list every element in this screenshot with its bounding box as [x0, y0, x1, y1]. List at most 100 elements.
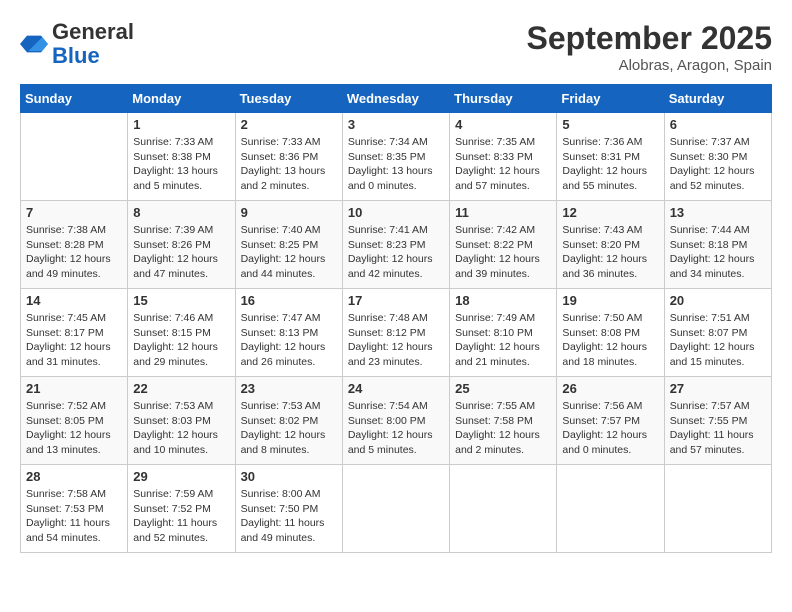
day-detail: Sunrise: 7:40 AM Sunset: 8:25 PM Dayligh… — [241, 223, 337, 282]
calendar-cell: 11 Sunrise: 7:42 AM Sunset: 8:22 PM Dayli… — [450, 201, 557, 289]
day-detail: Sunrise: 7:35 AM Sunset: 8:33 PM Dayligh… — [455, 135, 551, 194]
day-detail: Sunrise: 7:37 AM Sunset: 8:30 PM Dayligh… — [670, 135, 766, 194]
day-number: 2 — [241, 117, 337, 132]
calendar-table: SundayMondayTuesdayWednesdayThursdayFrid… — [20, 84, 772, 553]
day-number: 18 — [455, 293, 551, 308]
calendar-cell: 2 Sunrise: 7:33 AM Sunset: 8:36 PM Daylig… — [235, 113, 342, 201]
day-detail: Sunrise: 7:33 AM Sunset: 8:36 PM Dayligh… — [241, 135, 337, 194]
day-number: 23 — [241, 381, 337, 396]
calendar-cell: 28 Sunrise: 7:58 AM Sunset: 7:53 PM Dayli… — [21, 465, 128, 553]
calendar-cell: 16Sunrise: 7:47 AM Sunset: 8:13 PM Dayli… — [235, 289, 342, 377]
day-detail: Sunrise: 7:57 AM Sunset: 7:55 PM Dayligh… — [670, 399, 766, 458]
day-number: 21 — [26, 381, 122, 396]
day-detail: Sunrise: 7:36 AM Sunset: 8:31 PM Dayligh… — [562, 135, 658, 194]
logo-general: General — [52, 19, 134, 44]
calendar-cell: 29 Sunrise: 7:59 AM Sunset: 7:52 PM Dayli… — [128, 465, 235, 553]
header-day-sunday: Sunday — [21, 85, 128, 113]
day-number: 25 — [455, 381, 551, 396]
calendar-cell: 12 Sunrise: 7:43 AM Sunset: 8:20 PM Dayli… — [557, 201, 664, 289]
day-number: 5 — [562, 117, 658, 132]
day-number: 29 — [133, 469, 229, 484]
day-number: 28 — [26, 469, 122, 484]
day-number: 10 — [348, 205, 444, 220]
day-detail: Sunrise: 7:46 AM Sunset: 8:15 PM Dayligh… — [133, 311, 229, 370]
day-detail: Sunrise: 7:51 AM Sunset: 8:07 PM Dayligh… — [670, 311, 766, 370]
header-day-monday: Monday — [128, 85, 235, 113]
logo: General Blue — [20, 20, 134, 68]
calendar-cell: 13Sunrise: 7:44 AM Sunset: 8:18 PM Dayli… — [664, 201, 771, 289]
day-number: 14 — [26, 293, 122, 308]
day-detail: Sunrise: 7:42 AM Sunset: 8:22 PM Dayligh… — [455, 223, 551, 282]
week-row-5: 28 Sunrise: 7:58 AM Sunset: 7:53 PM Dayli… — [21, 465, 772, 553]
calendar-cell: 4 Sunrise: 7:35 AM Sunset: 8:33 PM Daylig… — [450, 113, 557, 201]
day-detail: Sunrise: 8:00 AM Sunset: 7:50 PM Dayligh… — [241, 487, 337, 546]
day-detail: Sunrise: 7:45 AM Sunset: 8:17 PM Dayligh… — [26, 311, 122, 370]
day-number: 8 — [133, 205, 229, 220]
calendar-cell: 18 Sunrise: 7:49 AM Sunset: 8:10 PM Dayli… — [450, 289, 557, 377]
location-subtitle: Alobras, Aragon, Spain — [527, 57, 772, 74]
calendar-body: 1Sunrise: 7:33 AM Sunset: 8:38 PM Daylig… — [21, 113, 772, 553]
day-detail: Sunrise: 7:58 AM Sunset: 7:53 PM Dayligh… — [26, 487, 122, 546]
day-number: 12 — [562, 205, 658, 220]
title-block: September 2025 Alobras, Aragon, Spain — [527, 20, 772, 74]
header-day-friday: Friday — [557, 85, 664, 113]
day-detail: Sunrise: 7:43 AM Sunset: 8:20 PM Dayligh… — [562, 223, 658, 282]
week-row-2: 7 Sunrise: 7:38 AM Sunset: 8:28 PM Daylig… — [21, 201, 772, 289]
calendar-cell: 25 Sunrise: 7:55 AM Sunset: 7:58 PM Dayli… — [450, 377, 557, 465]
day-number: 11 — [455, 205, 551, 220]
day-detail: Sunrise: 7:44 AM Sunset: 8:18 PM Dayligh… — [670, 223, 766, 282]
calendar-header: SundayMondayTuesdayWednesdayThursdayFrid… — [21, 85, 772, 113]
calendar-cell: 1Sunrise: 7:33 AM Sunset: 8:38 PM Daylig… — [128, 113, 235, 201]
day-detail: Sunrise: 7:50 AM Sunset: 8:08 PM Dayligh… — [562, 311, 658, 370]
day-detail: Sunrise: 7:39 AM Sunset: 8:26 PM Dayligh… — [133, 223, 229, 282]
calendar-cell: 5 Sunrise: 7:36 AM Sunset: 8:31 PM Daylig… — [557, 113, 664, 201]
calendar-cell — [342, 465, 449, 553]
calendar-cell — [450, 465, 557, 553]
calendar-cell: 10 Sunrise: 7:41 AM Sunset: 8:23 PM Dayli… — [342, 201, 449, 289]
day-detail: Sunrise: 7:49 AM Sunset: 8:10 PM Dayligh… — [455, 311, 551, 370]
calendar-cell: 3 Sunrise: 7:34 AM Sunset: 8:35 PM Daylig… — [342, 113, 449, 201]
day-detail: Sunrise: 7:38 AM Sunset: 8:28 PM Dayligh… — [26, 223, 122, 282]
day-number: 4 — [455, 117, 551, 132]
calendar-cell: 7 Sunrise: 7:38 AM Sunset: 8:28 PM Daylig… — [21, 201, 128, 289]
calendar-cell — [557, 465, 664, 553]
calendar-cell: 22 Sunrise: 7:53 AM Sunset: 8:03 PM Dayli… — [128, 377, 235, 465]
day-detail: Sunrise: 7:52 AM Sunset: 8:05 PM Dayligh… — [26, 399, 122, 458]
header-day-thursday: Thursday — [450, 85, 557, 113]
calendar-cell: 19 Sunrise: 7:50 AM Sunset: 8:08 PM Dayli… — [557, 289, 664, 377]
day-number: 24 — [348, 381, 444, 396]
day-detail: Sunrise: 7:41 AM Sunset: 8:23 PM Dayligh… — [348, 223, 444, 282]
header-day-wednesday: Wednesday — [342, 85, 449, 113]
calendar-cell: 30 Sunrise: 8:00 AM Sunset: 7:50 PM Dayli… — [235, 465, 342, 553]
page-header: General Blue September 2025 Alobras, Ara… — [20, 20, 772, 74]
week-row-1: 1Sunrise: 7:33 AM Sunset: 8:38 PM Daylig… — [21, 113, 772, 201]
calendar-cell: 26Sunrise: 7:56 AM Sunset: 7:57 PM Dayli… — [557, 377, 664, 465]
day-number: 3 — [348, 117, 444, 132]
calendar-cell: 14 Sunrise: 7:45 AM Sunset: 8:17 PM Dayli… — [21, 289, 128, 377]
calendar-cell: 15 Sunrise: 7:46 AM Sunset: 8:15 PM Dayli… — [128, 289, 235, 377]
day-detail: Sunrise: 7:54 AM Sunset: 8:00 PM Dayligh… — [348, 399, 444, 458]
day-detail: Sunrise: 7:53 AM Sunset: 8:03 PM Dayligh… — [133, 399, 229, 458]
calendar-cell: 23Sunrise: 7:53 AM Sunset: 8:02 PM Dayli… — [235, 377, 342, 465]
day-detail: Sunrise: 7:48 AM Sunset: 8:12 PM Dayligh… — [348, 311, 444, 370]
calendar-cell: 21 Sunrise: 7:52 AM Sunset: 8:05 PM Dayli… — [21, 377, 128, 465]
day-detail: Sunrise: 7:34 AM Sunset: 8:35 PM Dayligh… — [348, 135, 444, 194]
logo-blue: Blue — [52, 43, 100, 68]
day-detail: Sunrise: 7:47 AM Sunset: 8:13 PM Dayligh… — [241, 311, 337, 370]
calendar-cell — [21, 113, 128, 201]
week-row-3: 14 Sunrise: 7:45 AM Sunset: 8:17 PM Dayli… — [21, 289, 772, 377]
calendar-cell: 20Sunrise: 7:51 AM Sunset: 8:07 PM Dayli… — [664, 289, 771, 377]
day-number: 7 — [26, 205, 122, 220]
day-number: 27 — [670, 381, 766, 396]
day-number: 19 — [562, 293, 658, 308]
logo-icon — [20, 30, 48, 58]
day-number: 22 — [133, 381, 229, 396]
calendar-cell: 9Sunrise: 7:40 AM Sunset: 8:25 PM Daylig… — [235, 201, 342, 289]
day-number: 30 — [241, 469, 337, 484]
calendar-cell: 8 Sunrise: 7:39 AM Sunset: 8:26 PM Daylig… — [128, 201, 235, 289]
calendar-cell — [664, 465, 771, 553]
day-number: 15 — [133, 293, 229, 308]
header-day-saturday: Saturday — [664, 85, 771, 113]
day-detail: Sunrise: 7:55 AM Sunset: 7:58 PM Dayligh… — [455, 399, 551, 458]
day-detail: Sunrise: 7:59 AM Sunset: 7:52 PM Dayligh… — [133, 487, 229, 546]
